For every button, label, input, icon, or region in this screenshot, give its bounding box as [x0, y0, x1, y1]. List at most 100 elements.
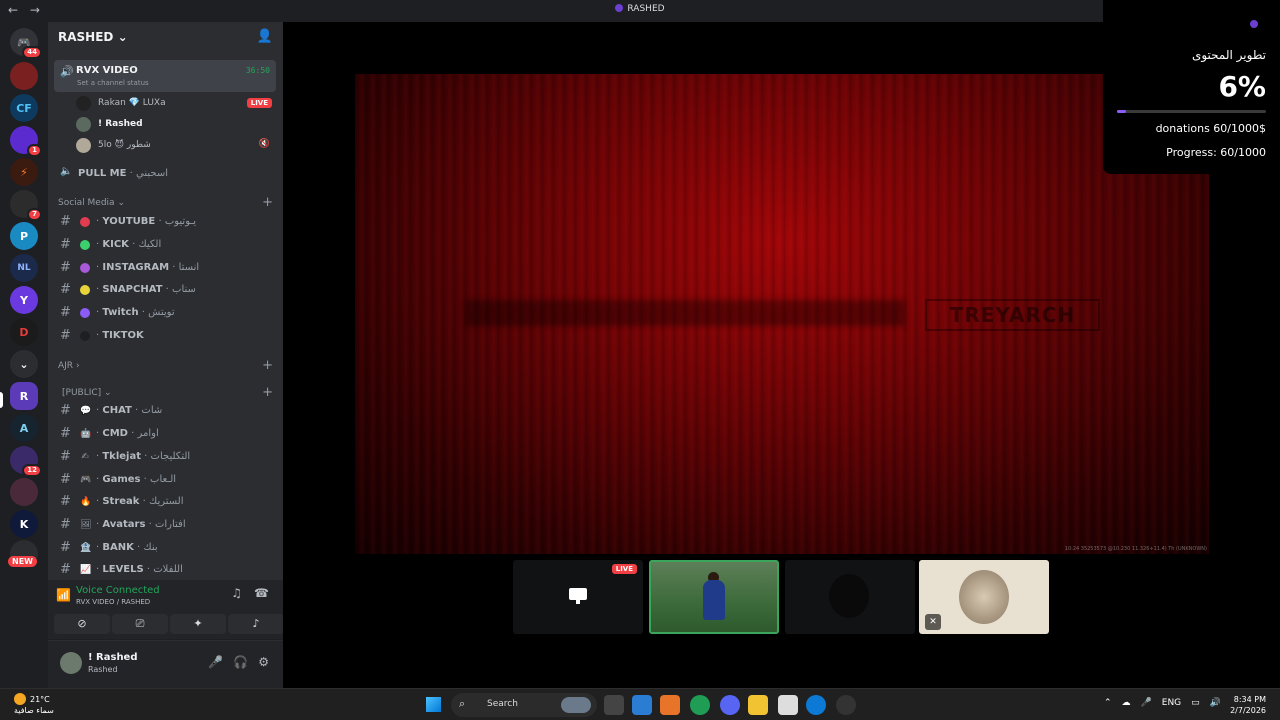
tray-chevron-icon[interactable]: ⌃: [1104, 698, 1112, 708]
channel-name: LEVELS: [102, 564, 144, 575]
participant-tile-screen[interactable]: LIVE: [513, 560, 643, 634]
category-social-media[interactable]: Social Media ⌄ +: [58, 195, 273, 210]
server-icon-1[interactable]: [10, 62, 38, 90]
server-icon-rashed[interactable]: R: [10, 382, 38, 410]
gear-icon[interactable]: ⚙: [258, 655, 269, 669]
server-icon-13[interactable]: K: [10, 510, 38, 538]
network-icon[interactable]: ▭: [1191, 698, 1200, 708]
channel-snapchat[interactable]: # · SNAPCHAT · سناب: [58, 280, 273, 300]
server-folder-icon[interactable]: ⌄: [10, 350, 38, 378]
server-icon: [615, 4, 624, 12]
category-label: AJR: [58, 361, 74, 371]
channel-label: · YOUTUBE · يـوتيوب: [96, 216, 197, 227]
chrome-icon[interactable]: [690, 695, 710, 715]
server-icon-6[interactable]: P: [10, 222, 38, 250]
file-explorer-icon[interactable]: [748, 695, 768, 715]
language-indicator[interactable]: ENG: [1162, 698, 1181, 708]
microphone-icon[interactable]: 🎤: [1141, 698, 1152, 708]
signal-icon[interactable]: 📶: [56, 588, 71, 602]
channel-tklejat[interactable]: # ✍ · Tklejat · التكليجات: [58, 447, 273, 467]
soundboard-icon: ♪: [252, 617, 260, 630]
chevron-down-icon: ⌄: [117, 30, 128, 44]
invite-people-icon[interactable]: 👤: [257, 29, 273, 44]
server-icon-2[interactable]: CF: [10, 94, 38, 122]
voice-user[interactable]: Rakan 💎 LUXa LIVE: [76, 94, 276, 114]
server-header[interactable]: RASHED ⌄ 👤: [48, 22, 283, 52]
channel-label: · CMD · اوامر: [96, 428, 159, 439]
server-icon-8[interactable]: Y: [10, 286, 38, 314]
edge-icon[interactable]: [806, 695, 826, 715]
add-channel-icon[interactable]: +: [262, 385, 273, 400]
channel-status[interactable]: Set a channel status: [77, 79, 149, 87]
channel-youtube[interactable]: # · YOUTUBE · يـوتيوب: [58, 212, 273, 232]
copilot-icon[interactable]: [632, 695, 652, 715]
windows-start-icon[interactable]: [426, 697, 441, 712]
channel-cmd[interactable]: # 🤖 · CMD · اوامر: [58, 424, 273, 444]
activities-button[interactable]: ✦: [170, 614, 226, 634]
avatar[interactable]: [60, 652, 82, 674]
hash-icon: #: [60, 214, 71, 229]
taskbar-search[interactable]: ⌕ Search: [451, 693, 597, 717]
server-icon-11[interactable]: 12: [10, 446, 42, 477]
voice-connected-label[interactable]: Voice Connected: [76, 585, 160, 596]
participant-tile-selected[interactable]: [649, 560, 779, 634]
server-icon-9[interactable]: D: [10, 318, 38, 346]
add-channel-icon[interactable]: +: [262, 358, 273, 373]
muted-icon: ✕: [925, 614, 941, 630]
server-icon-3[interactable]: 1: [10, 126, 42, 157]
screen-share-button[interactable]: ⎚: [112, 614, 168, 634]
voice-user[interactable]: 5lo 😈 شطور 🔇: [76, 136, 276, 156]
microphone-icon[interactable]: 🎤: [208, 655, 223, 669]
server-icon-12[interactable]: [10, 478, 38, 506]
task-view-icon[interactable]: [604, 695, 624, 715]
disconnect-icon[interactable]: ☎: [254, 586, 269, 600]
server-icon-7[interactable]: NL: [10, 254, 38, 282]
channel-label: · CHAT · شات: [96, 405, 163, 416]
voice-user[interactable]: ! Rashed: [76, 115, 276, 135]
channel-twitch[interactable]: # · Twitch · تويتش: [58, 303, 273, 323]
username[interactable]: Rashed: [88, 665, 118, 674]
headphones-icon[interactable]: 🎧: [233, 655, 248, 669]
category-ajr[interactable]: AJR › +: [58, 358, 273, 373]
voice-channel-path[interactable]: RVX VIDEO / RASHED: [76, 598, 150, 606]
voice-channel-rvx-video[interactable]: 🔊 RVX VIDEO Set a channel status 36:50: [54, 60, 276, 92]
kick-icon: [80, 240, 90, 250]
app-icon[interactable]: [660, 695, 680, 715]
channel-tiktok[interactable]: # · TIKTOK: [58, 326, 273, 346]
channel-chat[interactable]: # 💬 · CHAT · شات: [58, 401, 273, 421]
server-icon-10[interactable]: A: [10, 414, 38, 442]
channel-instagram[interactable]: # · INSTAGRAM · انستا: [58, 258, 273, 278]
discord-icon[interactable]: [720, 695, 740, 715]
obs-icon[interactable]: [836, 695, 856, 715]
onedrive-icon[interactable]: ☁: [1122, 698, 1131, 708]
add-channel-icon[interactable]: +: [262, 195, 273, 210]
system-tray: ⌃ ☁ 🎤 ENG ▭ 🔊: [1104, 698, 1231, 708]
channel-avatars[interactable]: # 🖼 · Avatars · افتارات: [58, 515, 273, 535]
display-name[interactable]: ! Rashed: [88, 652, 138, 663]
channel-kick[interactable]: # · KICK · الكيك: [58, 235, 273, 255]
speaker-icon: 🔈: [60, 166, 73, 177]
voice-channel-pull-me[interactable]: 🔈 PULL ME · اسحبني: [58, 164, 273, 184]
category-public[interactable]: [PUBLIC] ⌄ +: [62, 385, 273, 400]
server-icon-5[interactable]: 7: [10, 190, 42, 221]
direct-messages-icon[interactable]: 🎮 44: [10, 28, 42, 59]
channel-streak[interactable]: # 🔥 · Streak · الستريك: [58, 492, 273, 512]
channel-bank[interactable]: # 🏦 · BANK · بنك: [58, 538, 273, 558]
store-icon[interactable]: [778, 695, 798, 715]
noise-suppression-icon[interactable]: ♫: [231, 586, 242, 600]
volume-icon[interactable]: 🔊: [1210, 698, 1221, 708]
server-icon-4[interactable]: ⚡: [10, 158, 38, 186]
title-bar: ← → RASHED: [0, 0, 1280, 22]
soundboard-button[interactable]: ♪: [228, 614, 284, 634]
channel-levels[interactable]: # 📈 · LEVELS · اللفلات: [58, 560, 273, 580]
participant-tile-face[interactable]: ✕: [919, 560, 1049, 634]
screen-share-icon: ⎚: [135, 617, 145, 630]
channel-games[interactable]: # 🎮 · Games · الـعاب: [58, 470, 273, 490]
weather-widget[interactable]: 21°C سماء صافية: [14, 693, 54, 716]
taskbar-clock[interactable]: 8:34 PM 2/7/2026: [1230, 694, 1266, 716]
camera-button[interactable]: ⊘: [54, 614, 110, 634]
participant-tile-avatar[interactable]: [785, 560, 915, 634]
server-badge: 7: [27, 208, 42, 221]
stream-video[interactable]: TREYARCH 10:24 35253573 @10.230 11.326+1…: [355, 74, 1209, 554]
video-fine-print: 10:24 35253573 @10.230 11.326+11.4) Th (…: [1064, 546, 1207, 552]
